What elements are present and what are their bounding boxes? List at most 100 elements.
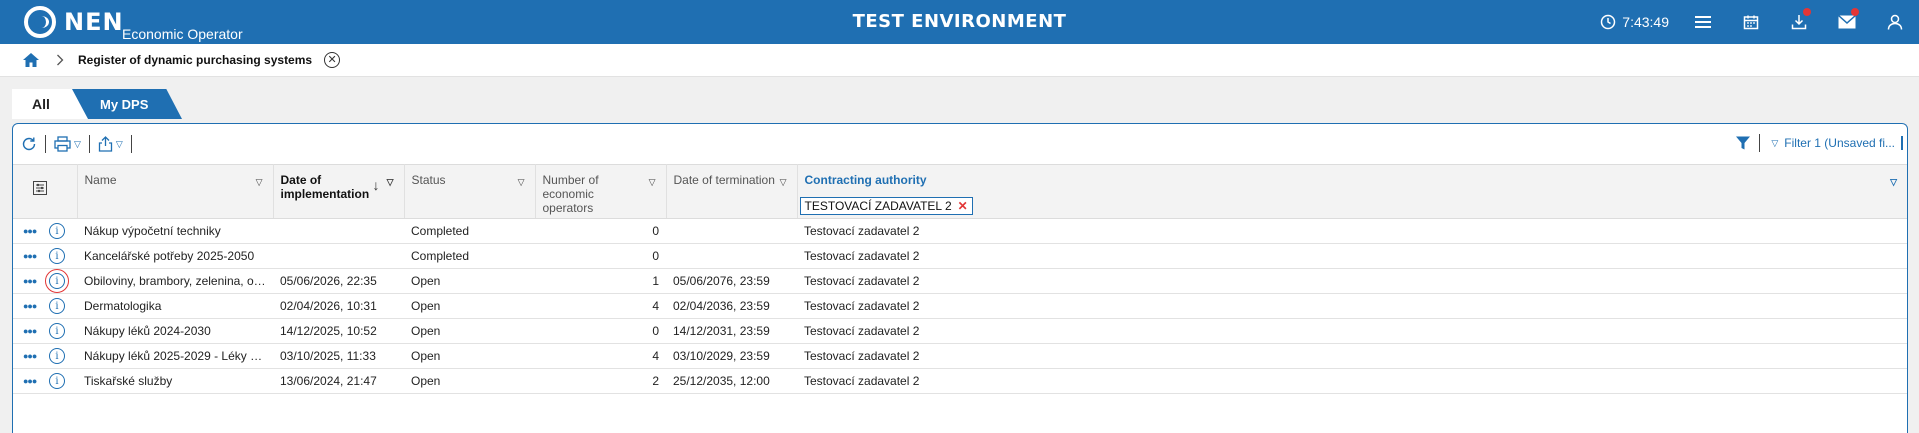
cell-name: Nákup výpočetní techniky [77, 218, 273, 244]
downloads-button[interactable] [1775, 0, 1823, 44]
cell-number-of-operators: 4 [535, 343, 666, 369]
column-header-date-implementation[interactable]: Date of implementation ↓ ▽ [273, 164, 405, 219]
table-row[interactable]: ●●● i Nákupy léků 2025-2029 - Léky při ka… [13, 343, 1907, 369]
refresh-icon [22, 137, 36, 151]
calendar-button[interactable] [1727, 0, 1775, 44]
nen-logo[interactable]: NEN [24, 6, 124, 38]
cell-number-of-operators: 0 [535, 243, 666, 269]
cell-status: Open [404, 318, 535, 344]
info-icon[interactable]: i [49, 373, 65, 389]
mail-icon [1838, 15, 1856, 29]
table-row[interactable]: ●●● i Dermatologika 02/04/2026, 10:31 Ope… [13, 293, 1907, 319]
export-button[interactable]: ▽ [98, 136, 123, 152]
cell-contracting-authority: Testovací zadavatel 2 [797, 218, 1907, 244]
home-icon [23, 53, 39, 67]
cell-date-termination: 05/06/2076, 23:59 [666, 268, 797, 294]
register-panel: ▽ ▽ ▽ Filter 1 (Unsaved fi... Name ▽ Date… [12, 123, 1908, 433]
home-button[interactable] [22, 52, 40, 68]
toolbar-divider [88, 135, 90, 153]
column-header-status[interactable]: Status ▽ [404, 164, 536, 219]
table-row[interactable]: ●●● i Obiloviny, brambory, zelenina, ovoc… [13, 268, 1907, 294]
cell-number-of-operators: 0 [535, 318, 666, 344]
row-menu-icon[interactable]: ●●● [23, 376, 45, 386]
filter-icon[interactable] [1735, 135, 1751, 151]
table-row[interactable]: ●●● i Nákup výpočetní techniky Completed … [13, 218, 1907, 244]
column-filter-icon[interactable]: ▽ [256, 177, 263, 188]
filter-chip-label: TESTOVACÍ ZADAVATEL 2 [804, 199, 952, 213]
chevron-down-icon: ▽ [74, 138, 81, 149]
column-settings-header[interactable] [13, 164, 78, 219]
saved-filter-select[interactable]: Filter 1 (Unsaved fi... [1784, 136, 1903, 150]
clock-icon [1601, 14, 1616, 30]
sort-descending-icon[interactable]: ↓ [373, 177, 380, 193]
remove-filter-icon[interactable]: ✕ [958, 199, 968, 213]
calendar-icon [1743, 15, 1759, 30]
info-icon[interactable]: i [49, 223, 65, 239]
row-menu-icon[interactable]: ●●● [23, 226, 45, 236]
table-row[interactable]: ●●● i Nákupy léků 2024-2030 14/12/2025, 1… [13, 318, 1907, 344]
cell-contracting-authority: Testovací zadavatel 2 [797, 268, 1907, 294]
info-icon[interactable]: i [49, 348, 65, 364]
cell-contracting-authority: Testovací zadavatel 2 [797, 343, 1907, 369]
filter-chip: TESTOVACÍ ZADAVATEL 2 ✕ [799, 197, 973, 215]
column-settings-icon [33, 181, 47, 195]
row-menu-icon[interactable]: ●●● [23, 351, 45, 361]
row-menu-icon[interactable]: ●●● [23, 251, 45, 261]
user-button[interactable] [1871, 0, 1919, 44]
cell-date-termination [666, 243, 797, 269]
row-menu-icon[interactable]: ●●● [23, 276, 45, 286]
cell-date-implementation: 03/10/2025, 11:33 [273, 343, 404, 369]
info-icon[interactable]: i [49, 323, 65, 339]
cell-date-implementation: 02/04/2026, 10:31 [273, 293, 404, 319]
cell-number-of-operators: 0 [535, 218, 666, 244]
column-filter-icon[interactable]: ▽ [387, 177, 394, 188]
page-title: Register of dynamic purchasing systems [78, 53, 313, 67]
printer-icon [54, 136, 71, 152]
toolbar-divider [130, 135, 132, 153]
column-filter-icon[interactable]: ▽ [518, 177, 525, 188]
top-bar: NEN Economic Operator TEST ENVIRONMENT 7… [0, 0, 1919, 44]
close-page-button[interactable]: ✕ [324, 52, 341, 68]
cell-date-termination: 25/12/2035, 12:00 [666, 368, 797, 394]
info-icon[interactable]: i [49, 298, 65, 314]
table-row[interactable]: ●●● i Kancelářské potřeby 2025-2050 Compl… [13, 243, 1907, 269]
cell-date-implementation [273, 218, 404, 244]
cell-date-implementation [273, 243, 404, 269]
toolbar-divider [1759, 134, 1761, 152]
toolbar-divider [45, 135, 46, 153]
menu-button[interactable] [1679, 0, 1727, 44]
info-icon[interactable]: i [45, 269, 69, 293]
tab-all[interactable]: All [12, 89, 88, 119]
column-header-name[interactable]: Name ▽ [77, 164, 274, 219]
download-icon [1791, 15, 1807, 30]
info-icon[interactable]: i [49, 248, 65, 264]
cell-date-termination: 03/10/2029, 23:59 [666, 343, 797, 369]
cell-number-of-operators: 1 [535, 268, 666, 294]
cell-name: Nákupy léků 2025-2029 - Léky při kaš... [77, 343, 273, 369]
print-button[interactable]: ▽ [54, 136, 81, 152]
cell-contracting-authority: Testovací zadavatel 2 [797, 368, 1907, 394]
row-menu-icon[interactable]: ●●● [23, 326, 45, 336]
cell-contracting-authority: Testovací zadavatel 2 [797, 243, 1907, 269]
cell-status: Open [404, 293, 535, 319]
column-filter-icon[interactable]: ▽ [1890, 177, 1897, 188]
refresh-button[interactable] [21, 136, 37, 152]
cell-status: Completed [404, 243, 535, 269]
table-row[interactable]: ●●● i Tiskařské služby 13/06/2024, 21:47 … [13, 368, 1907, 394]
cell-contracting-authority: Testovací zadavatel 2 [797, 318, 1907, 344]
notification-dot [1803, 8, 1811, 16]
column-header-date-termination[interactable]: Date of termination ▽ [666, 164, 798, 219]
cell-date-implementation: 05/06/2026, 22:35 [273, 268, 404, 294]
column-header-number-of-operators[interactable]: Number of economic operators ▽ [535, 164, 667, 219]
grid-toolbar: ▽ ▽ ▽ Filter 1 (Unsaved fi... [13, 124, 1907, 164]
logo-text: NEN [64, 8, 124, 36]
column-filter-icon[interactable]: ▽ [649, 177, 656, 188]
clock-time: 7:43:49 [1622, 14, 1669, 30]
user-icon [1887, 14, 1903, 30]
messages-button[interactable] [1823, 0, 1871, 44]
column-header-contracting-authority[interactable]: Contracting authority ▽ TESTOVACÍ ZADAVA… [797, 164, 1907, 219]
column-filter-icon[interactable]: ▽ [780, 177, 787, 188]
row-menu-icon[interactable]: ●●● [23, 301, 45, 311]
cell-name: Tiskařské služby [77, 368, 273, 394]
dps-table: Name ▽ Date of implementation ↓ ▽ Status ▽ N… [13, 164, 1907, 394]
